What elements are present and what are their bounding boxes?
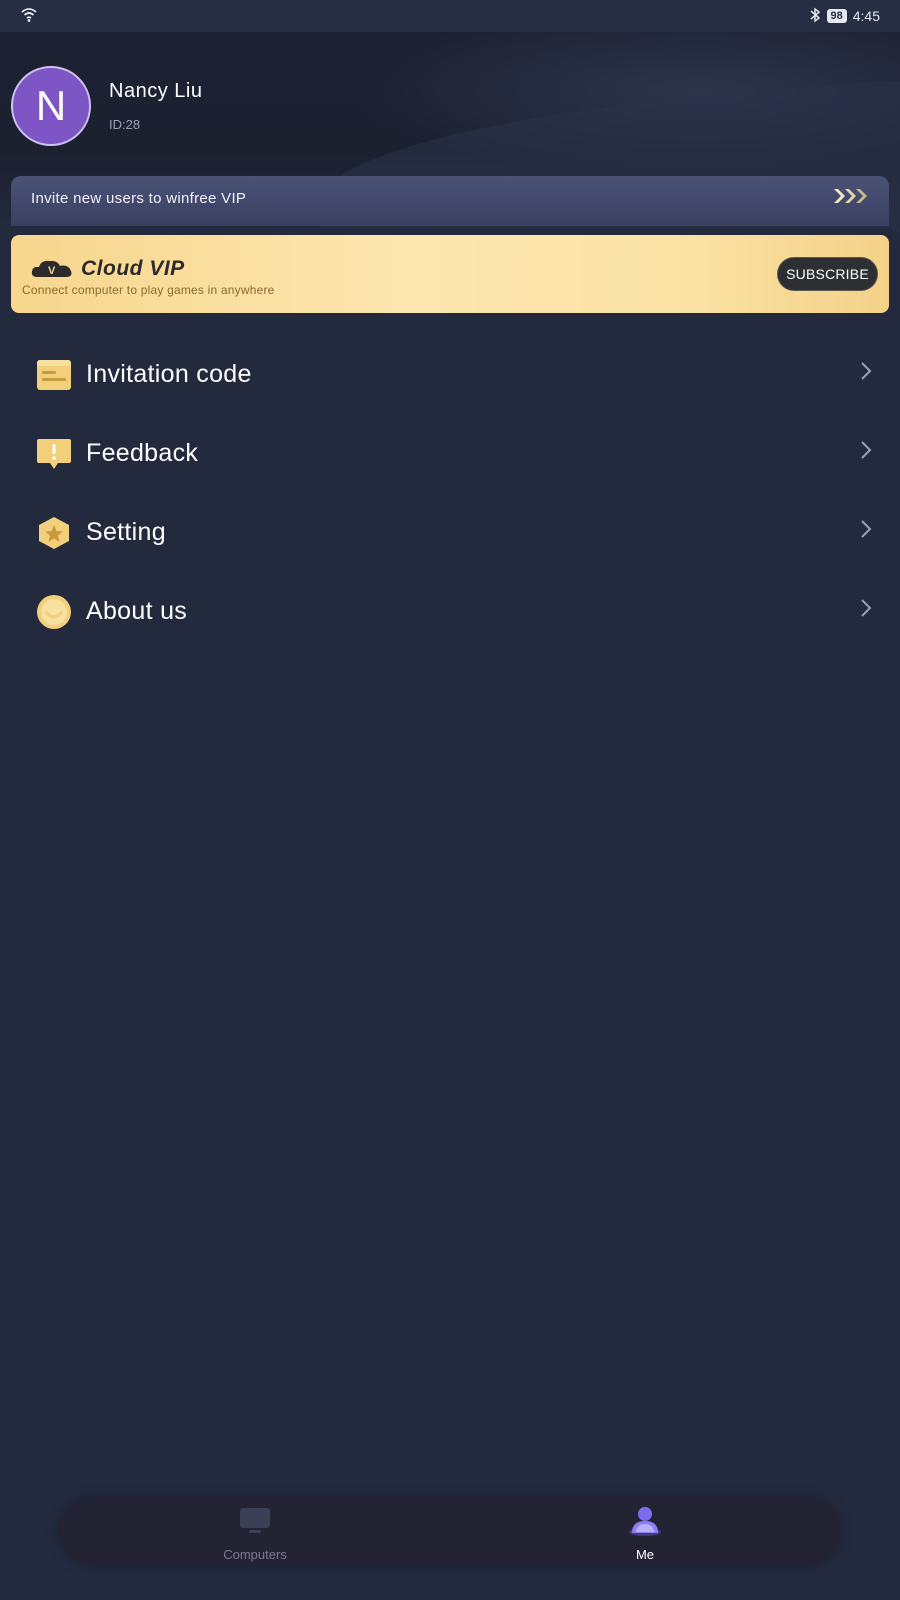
invite-text: Invite new users to winfree VIP (31, 189, 247, 207)
feedback-icon (36, 436, 72, 472)
vip-title: Cloud VIP (81, 257, 185, 280)
wifi-icon (20, 7, 38, 26)
star-hexagon-icon (36, 515, 72, 551)
menu-item-feedback[interactable]: Feedback (0, 414, 900, 493)
profile-section[interactable]: N Nancy Liu ID:28 (11, 66, 202, 146)
tab-label: Computers (223, 1547, 287, 1562)
subscribe-button[interactable]: SUBSCRIBE (777, 257, 878, 291)
status-time: 4:45 (852, 8, 880, 24)
tab-me[interactable]: Me (585, 1506, 705, 1562)
tab-label: Me (635, 1547, 655, 1562)
chevron-right-icon (860, 361, 872, 386)
status-bar: 98 4:45 (0, 0, 900, 32)
smiley-icon (36, 594, 72, 630)
tab-computers[interactable]: Computers (195, 1506, 315, 1562)
ticket-icon (36, 357, 72, 393)
menu-item-about-us[interactable]: About us (0, 572, 900, 651)
menu-item-setting[interactable]: Setting (0, 493, 900, 572)
vip-subtitle: Connect computer to play games in anywhe… (22, 283, 275, 297)
menu-label: About us (86, 597, 188, 625)
triple-chevron-right-icon (833, 188, 869, 209)
bottom-tab-bar: Computers Me (60, 1498, 840, 1564)
menu-label: Invitation code (86, 360, 252, 388)
menu-label: Setting (86, 518, 166, 546)
monitor-icon (239, 1506, 271, 1541)
person-icon (627, 1506, 663, 1541)
profile-text: Nancy Liu ID:28 (109, 80, 202, 132)
menu-label: Feedback (86, 439, 199, 467)
menu-item-invitation-code[interactable]: Invitation code (0, 335, 900, 414)
bluetooth-icon (809, 7, 821, 26)
chevron-right-icon (860, 440, 872, 465)
status-right: 98 4:45 (809, 7, 880, 26)
user-id: ID:28 (109, 117, 141, 132)
invite-banner[interactable]: Invite new users to winfree VIP (11, 176, 889, 226)
avatar[interactable]: N (11, 66, 91, 146)
chevron-right-icon (860, 519, 872, 544)
cloud-vip-card[interactable]: V Cloud VIP Connect computer to play gam… (11, 235, 889, 313)
battery-icon: 98 (826, 9, 847, 23)
user-name: Nancy Liu (109, 80, 203, 102)
settings-menu: Invitation code Feedback Setting About u… (0, 335, 900, 651)
chevron-right-icon (860, 598, 872, 623)
cloud-vip-logo-icon: V (31, 259, 73, 284)
svg-text:V: V (48, 265, 56, 277)
